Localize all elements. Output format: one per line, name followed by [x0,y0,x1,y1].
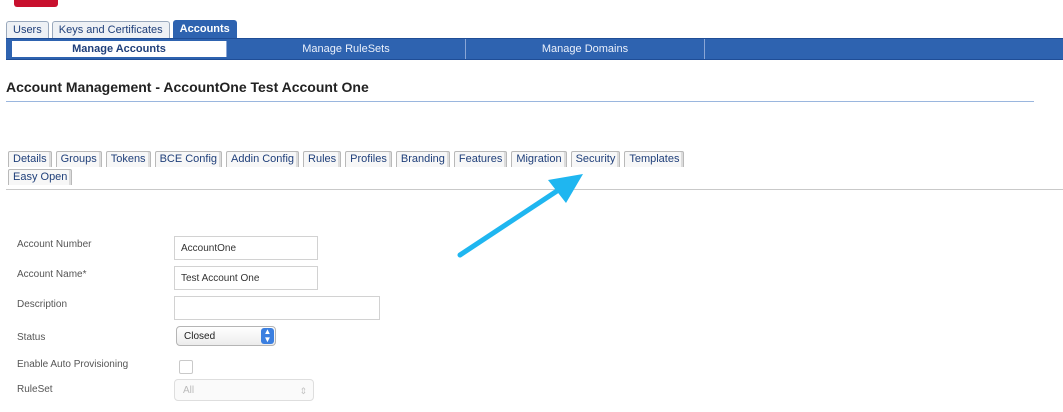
status-select-value: Closed [184,331,216,342]
tab-details[interactable]: Details [8,151,52,167]
tab-features[interactable]: Features [453,151,508,167]
brand-logo [14,0,58,7]
description-label: Description [17,299,68,310]
auto-provisioning-checkbox[interactable] [179,360,193,374]
tab-users[interactable]: Users [6,21,49,38]
tab-profiles[interactable]: Profiles [345,151,392,167]
status-label: Status [17,332,46,343]
ruleset-select[interactable]: All ⇕ [174,379,314,401]
tab-tokens[interactable]: Tokens [105,151,151,167]
account-name-label: Account Name* [17,269,87,280]
annotation-arrow [457,174,583,258]
tab-templates[interactable]: Templates [624,151,685,167]
ruleset-select-value: All [183,385,195,396]
ruleset-label: RuleSet [17,384,53,395]
auto-provisioning-label: Enable Auto Provisioning [17,359,129,370]
tab-easy-open[interactable]: Easy Open [8,169,73,185]
tab-addin-config[interactable]: Addin Config [226,151,300,167]
tab-rules[interactable]: Rules [303,151,342,167]
sub-navigation-bar: Manage Accounts Manage RuleSets Manage D… [6,38,1063,60]
tab-branding[interactable]: Branding [395,151,450,167]
status-select[interactable]: Closed ▲ ▼ [176,326,276,346]
account-tab-bar: Details Groups Tokens BCE Config Addin C… [8,149,1028,185]
nav-manage-domains[interactable]: Manage Domains [466,39,705,59]
tab-migration[interactable]: Migration [511,151,567,167]
tab-bce-config[interactable]: BCE Config [154,151,223,167]
nav-manage-rulesets[interactable]: Manage RuleSets [227,39,466,59]
nav-manage-accounts[interactable]: Manage Accounts [12,41,227,57]
tab-security[interactable]: Security [570,151,621,167]
select-updown-icon: ▲ ▼ [261,328,274,344]
top-tab-bar: Users Keys and Certificates Accounts [6,20,240,38]
account-number-field[interactable]: AccountOne [174,236,318,260]
account-name-field[interactable]: Test Account One [174,266,318,290]
title-divider [6,101,1034,102]
tab-divider [6,189,1063,190]
account-number-label: Account Number [17,239,92,250]
tab-accounts[interactable]: Accounts [172,20,237,38]
page-title: Account Management - AccountOne Test Acc… [6,79,369,95]
select-updown-icon: ⇕ [299,386,307,396]
description-field[interactable] [174,296,380,320]
tab-groups[interactable]: Groups [55,151,102,167]
tab-keys-and-certificates[interactable]: Keys and Certificates [51,21,170,38]
